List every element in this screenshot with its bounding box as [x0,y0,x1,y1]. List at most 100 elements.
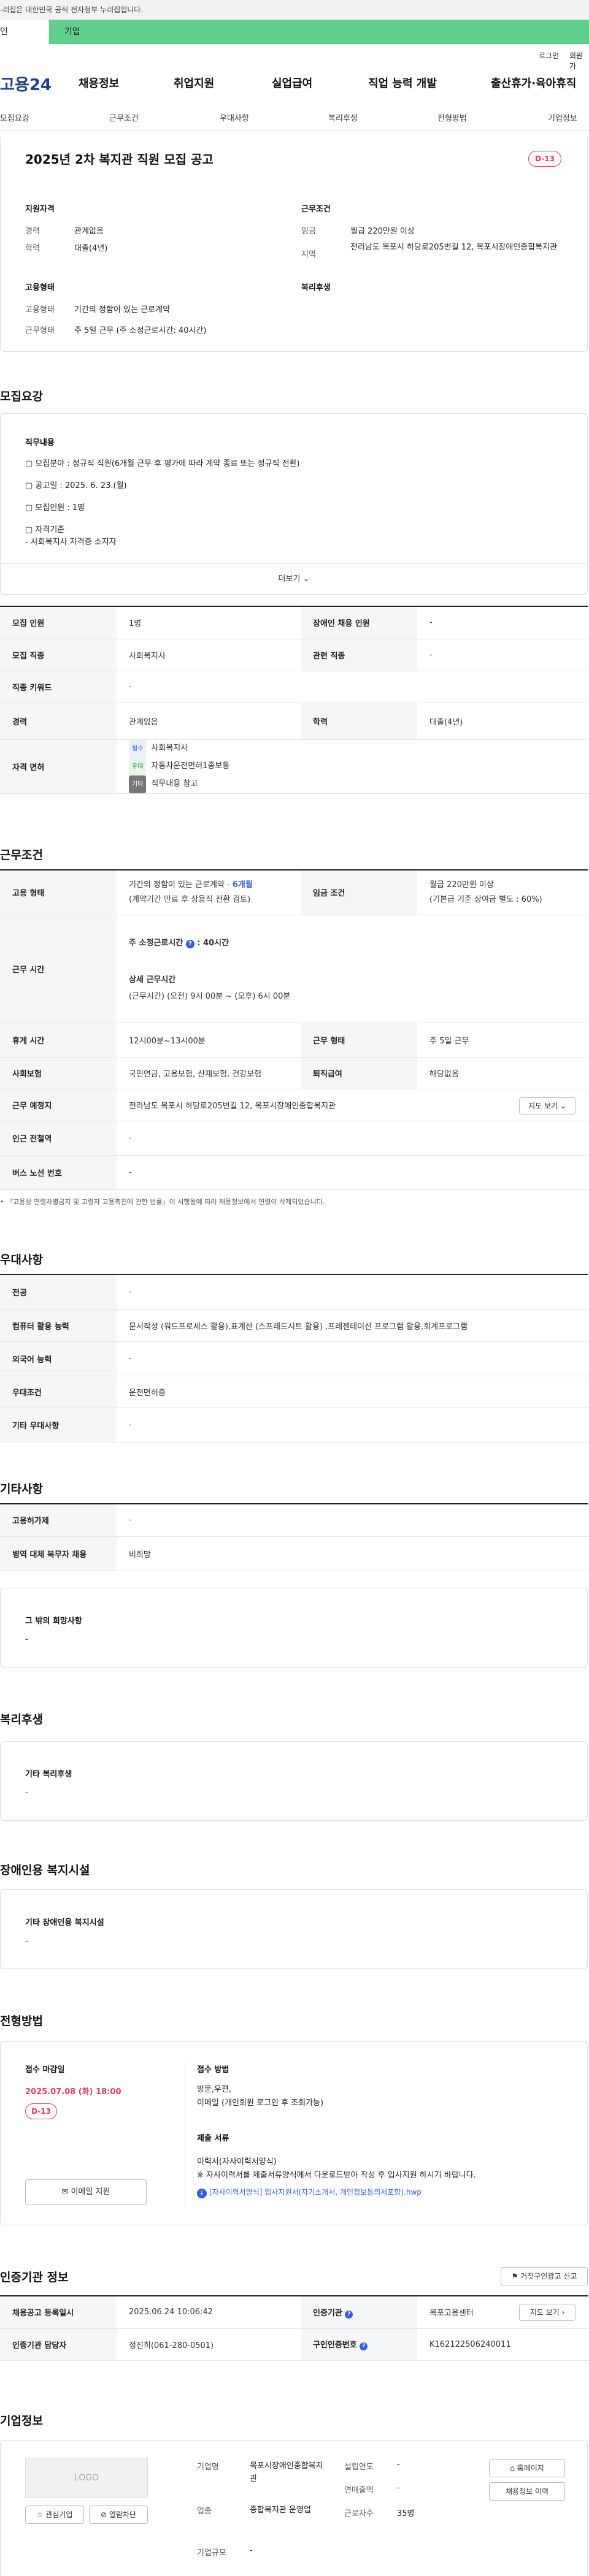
employees-value: 35명 [397,2509,415,2518]
work-type-label: 근무형태 [25,326,55,335]
home-icon: ⌂ [510,2464,515,2472]
facility-card: 기타 장애인용 복지시설 - [0,1889,588,1969]
table-header-cell: 근무 시간 [0,915,117,1023]
table-row: 직종 키워드 - [0,671,588,703]
section-tabs: 모집요강 근무조건 우대사항 복리후생 전형방법 기업정보 [0,99,589,131]
download-icon: ↓ [197,2189,207,2198]
email-apply-button[interactable]: ✉ 이메일 지원 [25,2179,147,2205]
work-type-value: 주 5일 근무 (주 소정근로시간: 40시간) [74,326,207,335]
duty-line: ▢ 자격기준 [25,525,65,535]
job-summary-card: 2025년 2차 복지관 직원 모집 공고 D-13 지원자격 경력 관계없음 … [0,137,588,352]
facility-section-title: 장애인용 복지시설 [0,1864,90,1877]
info-icon[interactable]: ? [185,940,194,948]
tab-recruit[interactable]: 모집요강 [0,112,29,123]
table-row: 고용허가제 - [0,1504,588,1537]
weekly-hours-value: 40시간 [203,939,229,948]
nav-parental-leave[interactable]: 출산휴가·육아휴직 [491,75,576,91]
table-header-cell: 전공 [0,1275,117,1310]
gov-banner: -리집은 대한민국 공식 전자정부 누리집입니다. [0,0,589,20]
homepage-label: 홈페이지 [517,2464,544,2472]
table-header-cell: 모집 인원 [0,607,117,639]
license-item: 기타 직무내용 참고 [129,775,576,793]
nav-job-info[interactable]: 채용정보 [79,75,119,91]
table-cell: 문서작성 (워드프로세스 활용),표계산 (스프레드시트 활용) ,프레젠테이션… [117,1309,588,1342]
benefit-heading: 기타 복리후생 [25,1770,72,1779]
table-row: 자격 면허 필수 사회복지사 우대 자동차운전면허1종보통 기타 직무내용 참고 [0,739,588,794]
documents-heading: 제출 서류 [197,2134,229,2143]
table-row: 버스 노선 번호 - [0,1155,588,1190]
wage-note: (기본급 기준 상여금 별도 : 60%) [429,894,542,904]
utility-links: 로그인 회원가 [0,44,589,70]
site-logo[interactable]: 고용24 [0,72,52,95]
method-heading: 접수 방법 [197,2065,229,2075]
table-header-cell: 구인인증번호 ? [301,2328,417,2361]
tab-preferences[interactable]: 우대사항 [220,112,249,123]
tab-benefits[interactable]: 복리후생 [328,112,358,123]
table-cell: - [117,1408,588,1442]
more-button[interactable]: 더보기 ⌄ [1,563,587,594]
nav-unemployment-benefit[interactable]: 실업급여 [272,75,312,91]
table-row: 경력 관계없음 학력 대졸(4년) [0,703,588,740]
company-name-value: 목포시장애인종합복지관 [250,2461,323,2483]
employees-label: 근로자수 [344,2509,374,2518]
tab-enterprise[interactable]: 기업 [64,20,80,44]
table-header-cell: 임금 조건 [301,871,417,915]
table-row: 고용 형태 기간의 정함이 있는 근로계약 - 6개월 (계약기간 만료 후 상용… [0,871,588,915]
nav-skill-development[interactable]: 직업 능력 개발 [368,75,437,91]
table-header-cell: 채용공고 등록일시 [0,2296,117,2329]
certify-section-title: 인증기관 정보 [0,2271,69,2284]
table-header-cell: 외국어 능력 [0,1341,117,1376]
document-line: 이력서(자사이력서양식) [197,2157,277,2166]
wage-value: 월급 220만원 이상 [350,227,415,236]
duty-line: - 사회복지사 자격증 소지자 [25,538,117,547]
table-header-cell: 컴퓨터 활용 능력 [0,1309,117,1342]
attachment-link[interactable]: ↓ [자사이력서양식] 입사지원서(자기소개서, 개인정보동의서포함).hwp [197,2187,422,2198]
map-button[interactable]: 지도 보기 ⌄ [519,1097,576,1115]
other-tag: 기타 [129,775,147,793]
login-link[interactable]: 로그인 [539,50,559,61]
founded-label: 설립연도 [344,2463,374,2472]
table-cell: - [117,1341,588,1376]
nav-employment-support[interactable]: 취업지원 [174,75,214,91]
tab-process[interactable]: 전형방법 [437,112,467,123]
table-cell: - [417,607,588,639]
info-icon[interactable]: ? [360,2342,368,2350]
report-false-ad-button[interactable]: ⚑ 거짓구인광고 신고 [501,2267,588,2285]
age-law-footnote: • 『고용상 연령차별금지 및 고령자 고용촉진에 관한 법률』이 시행됨에 따… [0,1198,325,1206]
company-size-value: - [250,2546,253,2555]
homepage-button[interactable]: ⌂ 홈페이지 [489,2459,565,2477]
table-header-cell: 버스 노선 번호 [0,1155,117,1190]
block-view-button[interactable]: ⊘ 열람차단 [89,2506,148,2524]
weekly-hours: 주 소정근로시간 ? : 40시간 [129,939,229,948]
duty-heading: 직무내용 [25,438,55,448]
conditions-heading: 근무조건 [301,205,331,214]
table-cell: 전라남도 목포시 하당로205번길 12, 목포시장애인종합복지관 지도 보기 … [117,1089,588,1121]
table-row: 컴퓨터 활용 능력 문서작성 (워드프로세스 활용),표계산 (스프레드시트 활용… [0,1309,588,1342]
table-cell: 운전면허증 [117,1376,588,1408]
career-value: 관계없음 [74,227,104,236]
license-item: 우대 자동차운전면허1종보통 [129,757,576,775]
sales-label: 연매출액 [344,2486,374,2495]
document-line: ※ 자사이력서를 제출서류양식에서 다운로드받아 작성 후 입사지원 하시기 바… [197,2171,476,2180]
info-icon[interactable]: ? [345,2310,353,2319]
founded-value: - [397,2460,400,2469]
job-history-button[interactable]: 채용정보 이력 [489,2482,565,2501]
tab-company[interactable]: 기업정보 [548,112,577,123]
method-line: 이메일 (개인회원 로그인 후 조회가능) [197,2098,324,2108]
table-row: 외국어 능력 - [0,1341,588,1376]
table-cell: - [117,1275,588,1310]
weekly-hours-label: 주 소정근로시간 [129,939,183,948]
top-tab-bar: 인 기업 [0,20,589,44]
table-cell: 1명 [117,607,301,639]
table-header-cell: 퇴직급여 [301,1057,417,1089]
other-wishes-card: 그 밖의 희망사항 - [0,1588,588,1667]
tab-work-conditions[interactable]: 근무조건 [109,112,139,123]
table-header-cell: 관련 직종 [301,639,417,671]
table-cell: - [417,639,588,671]
contract-period: 6개월 [232,880,253,890]
benefit-card: 기타 복리후생 - [0,1741,588,1821]
interest-company-button[interactable]: ☆ 관심기업 [25,2506,84,2524]
cert-map-button[interactable]: 지도 보기 › [519,2304,576,2321]
dday-badge: D-13 [25,2103,57,2119]
tab-individual[interactable]: 인 [0,20,49,44]
